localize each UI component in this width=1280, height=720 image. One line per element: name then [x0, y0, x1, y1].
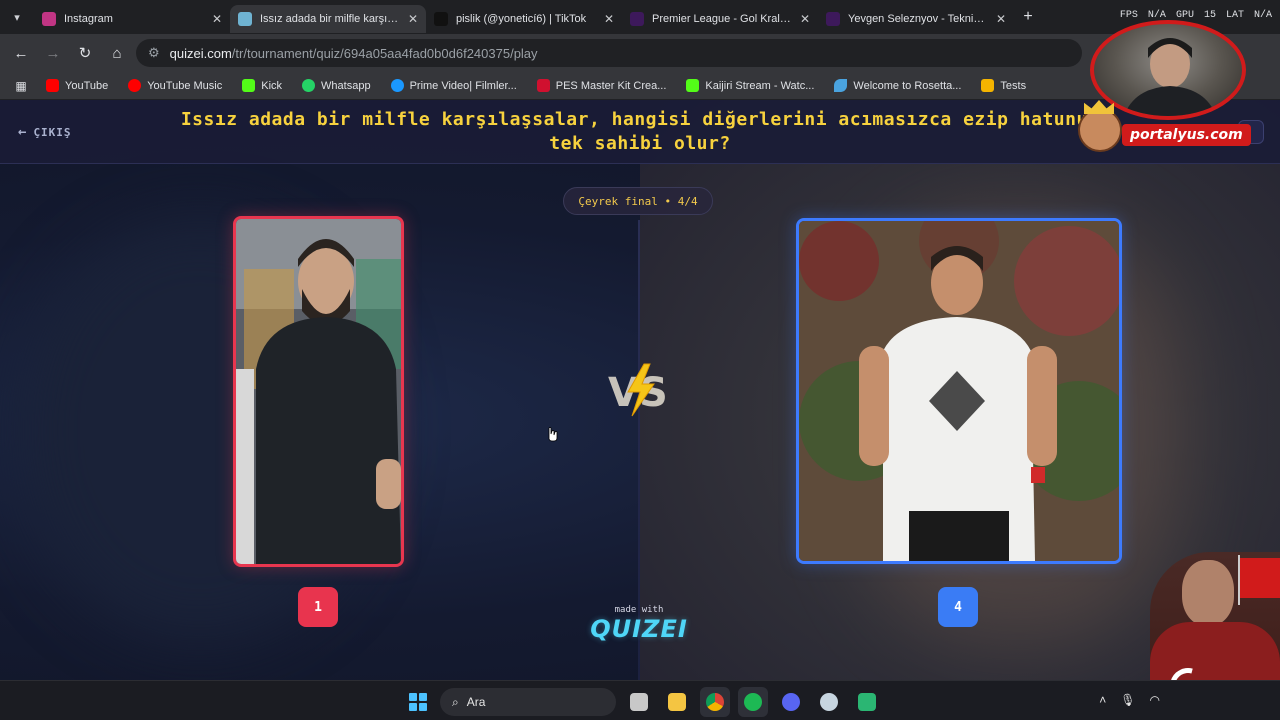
- bookmark-tests[interactable]: Tests: [973, 76, 1034, 95]
- search-icon: ⌕: [452, 694, 459, 709]
- youtube-music-icon: [128, 79, 142, 92]
- exit-button[interactable]: ← ÇIKIŞ: [18, 124, 72, 140]
- taskbar-center: ⌕ Ara: [404, 687, 882, 717]
- kick-icon: [242, 79, 256, 92]
- candidate-number-right[interactable]: 4: [938, 587, 978, 627]
- tab-quiz[interactable]: Issız adada bir milfle karşılaşsa ✕: [230, 5, 426, 33]
- made-with-label: made with: [614, 605, 664, 615]
- apps-grid-icon[interactable]: ▦: [8, 73, 34, 99]
- lat-label: LAT: [1225, 10, 1244, 21]
- question-title: Issız adada bir milfle karşılaşsalar, ha…: [180, 109, 1100, 154]
- bookmark-youtube[interactable]: YouTube: [38, 76, 116, 95]
- close-icon[interactable]: ✕: [604, 12, 614, 26]
- bookmarks-bar: ▦ YouTube YouTube Music Kick Whatsapp Pr…: [0, 72, 1280, 100]
- back-button[interactable]: ←: [8, 40, 34, 66]
- quiz-page: ← ÇIKIŞ Issız adada bir milfle karşılaşs…: [0, 100, 1280, 680]
- bookmark-youtube-music[interactable]: YouTube Music: [120, 76, 230, 95]
- bookmark-pes-master[interactable]: PES Master Kit Crea...: [529, 76, 675, 95]
- windows-start-icon[interactable]: [404, 688, 432, 716]
- arrow-left-icon: ←: [18, 124, 28, 140]
- quizei-logo: QUIZEI: [590, 615, 688, 643]
- new-tab-button[interactable]: +: [1014, 3, 1042, 31]
- site-info-icon[interactable]: ⚙: [148, 45, 160, 61]
- youtube-icon: [46, 79, 59, 92]
- brand-text: portalyus.com: [1122, 124, 1251, 146]
- tab-strip: ▾ Instagram ✕ Issız adada bir milfle kar…: [0, 0, 1280, 34]
- tab-title: Yevgen Seleznyov - Teknik Dire: [848, 13, 988, 25]
- steam-icon[interactable]: [814, 687, 844, 717]
- made-with-badge[interactable]: made with QUIZEI: [584, 605, 694, 643]
- whatsapp-icon: [302, 79, 316, 92]
- wifi-icon[interactable]: ◠: [1150, 693, 1160, 707]
- tab-instagram[interactable]: Instagram ✕: [34, 5, 230, 33]
- rosetta-icon: [834, 79, 848, 92]
- url-path: /tr/tournament/quiz/694a05aa4fad0b0d6f24…: [231, 45, 538, 61]
- performance-stats: FPS N/A GPU 15 LAT N/A: [1120, 10, 1272, 21]
- turkish-flag-icon: [1240, 558, 1280, 598]
- candidate-card-left[interactable]: [233, 216, 404, 567]
- windows-taskbar: ⌕ Ara ˄ 🎙 ◠: [0, 680, 1280, 720]
- app-icon[interactable]: [852, 687, 882, 717]
- spotify-icon[interactable]: [738, 687, 768, 717]
- bookmark-whatsapp[interactable]: Whatsapp: [294, 76, 379, 95]
- chrome-icon[interactable]: [700, 687, 730, 717]
- tab-seleznyov[interactable]: Yevgen Seleznyov - Teknik Dire ✕: [818, 5, 1014, 33]
- bookmark-kaijiri[interactable]: Kaijiri Stream - Watc...: [678, 76, 822, 95]
- lat-value: N/A: [1253, 10, 1272, 21]
- mouse-cursor-icon: [548, 427, 558, 442]
- crown-icon: [1084, 100, 1114, 114]
- gpu-value: 15: [1203, 10, 1216, 21]
- mascot-head: [1182, 560, 1234, 626]
- gpu-label: GPU: [1175, 10, 1194, 21]
- exit-label: ÇIKIŞ: [33, 125, 72, 139]
- forward-button[interactable]: →: [40, 40, 66, 66]
- candidate-number-left[interactable]: 1: [298, 587, 338, 627]
- tab-premier-league[interactable]: Premier League - Gol Krallığı 24 ✕: [622, 5, 818, 33]
- bookmark-prime-video[interactable]: Prime Video| Filmler...: [383, 76, 525, 95]
- tab-title: Instagram: [64, 13, 113, 25]
- microphone-icon[interactable]: 🎙: [1120, 693, 1135, 707]
- tab-title: Issız adada bir milfle karşılaşsa: [260, 13, 400, 25]
- mascot-avatar: [1078, 108, 1122, 152]
- tests-icon: [981, 79, 995, 92]
- candidate-photo-left: [236, 219, 401, 564]
- tab-title: pislik (@yoneticí6) | TikTok: [456, 13, 587, 25]
- close-icon[interactable]: ✕: [996, 12, 1006, 26]
- vs-lightning-icon: VS: [608, 363, 668, 417]
- kick-icon: [686, 79, 700, 92]
- close-icon[interactable]: ✕: [212, 12, 222, 26]
- address-bar[interactable]: ⚙ quizei.com/tr/tournament/quiz/694a05aa…: [136, 39, 1082, 67]
- prime-video-icon: [390, 79, 404, 92]
- instagram-icon: [42, 12, 56, 26]
- candidate-photo-right: [799, 221, 1119, 561]
- browser-toolbar: ← → ↻ ⌂ ⚙ quizei.com/tr/tournament/quiz/…: [0, 34, 1280, 72]
- tab-tiktok[interactable]: pislik (@yoneticí6) | TikTok ✕: [426, 5, 622, 33]
- reload-button[interactable]: ↻: [72, 40, 98, 66]
- premier-league-icon: [630, 12, 644, 26]
- taskbar-search[interactable]: ⌕ Ara: [440, 688, 616, 716]
- tab-title: Premier League - Gol Krallığı 24: [652, 13, 792, 25]
- round-badge: Çeyrek final • 4/4: [563, 187, 713, 215]
- quizei-icon: [238, 12, 252, 26]
- candidate-card-right[interactable]: [796, 218, 1122, 564]
- streamer-brand-overlay: portalyus.com: [1078, 100, 1258, 156]
- close-icon[interactable]: ✕: [408, 12, 418, 26]
- chevron-up-icon[interactable]: ˄: [1099, 693, 1106, 707]
- file-explorer-icon[interactable]: [662, 687, 692, 717]
- bookmark-kick[interactable]: Kick: [234, 76, 290, 95]
- url-host: quizei.com: [169, 45, 232, 61]
- tiktok-icon: [434, 12, 448, 26]
- system-tray: ˄ 🎙 ◠: [1099, 693, 1160, 707]
- premier-league-icon: [826, 12, 840, 26]
- fps-label: FPS: [1119, 10, 1138, 21]
- pes-master-icon: [536, 79, 550, 92]
- close-icon[interactable]: ✕: [800, 12, 810, 26]
- task-view-icon[interactable]: [624, 687, 654, 717]
- search-placeholder: Ara: [466, 695, 486, 709]
- tab-search-chevron-icon[interactable]: ▾: [0, 0, 34, 34]
- bookmark-rosetta[interactable]: Welcome to Rosetta...: [826, 76, 969, 95]
- discord-icon[interactable]: [776, 687, 806, 717]
- home-button[interactable]: ⌂: [104, 40, 130, 66]
